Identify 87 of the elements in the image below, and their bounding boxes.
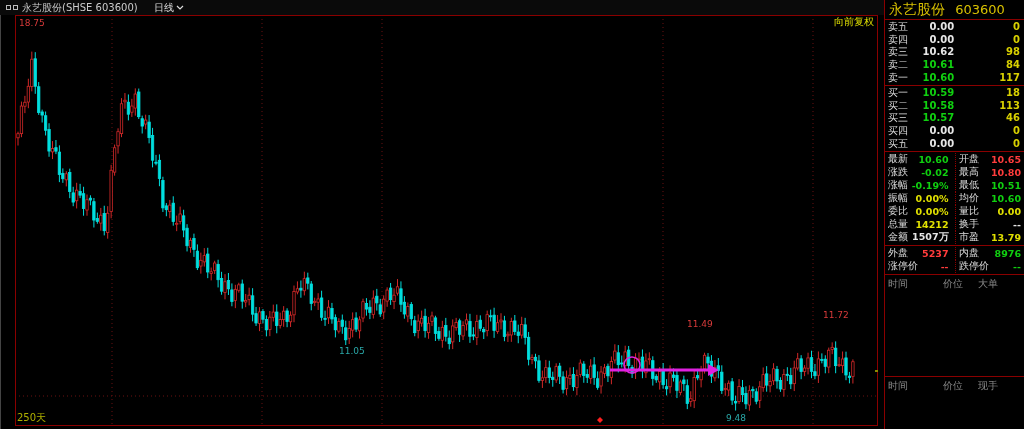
order-volume: 0 (1012, 125, 1020, 138)
order-volume: 84 (1005, 59, 1020, 72)
stat-label: 振幅 (888, 191, 909, 205)
stat-label: 市盈 (958, 230, 979, 244)
stat-label: 内盘 (958, 246, 979, 260)
order-volume: 0 (1012, 33, 1020, 46)
order-volume: 46 (1005, 112, 1020, 125)
column-header: 价位 (943, 276, 965, 291)
stat-label: 委比 (888, 204, 909, 218)
stat-label: 外盘 (888, 246, 909, 260)
stat-value: -0.19% (911, 179, 949, 191)
order-volume: 0 (1012, 21, 1020, 34)
stat-label: 总量 (888, 217, 909, 231)
price-marker (875, 370, 878, 372)
price-label: 18.75 (19, 18, 45, 29)
order-label: 买四 (888, 125, 910, 138)
stat-label: 涨跌 (888, 165, 909, 179)
order-volume: 98 (1005, 46, 1020, 59)
stat-value: 14212 (915, 218, 949, 230)
stat-value: -- (1013, 260, 1021, 272)
order-price: 10.59 (921, 87, 955, 100)
order-label: 卖三 (888, 46, 910, 59)
stat-value: 10.51 (990, 179, 1021, 191)
order-price: 10.61 (921, 59, 955, 72)
stat-label: 最高 (958, 165, 979, 179)
stat-label: 均价 (958, 191, 979, 205)
price-label: 9.48 (726, 413, 747, 424)
stat-value: 10.60 (918, 153, 949, 165)
order-label: 卖五 (888, 21, 910, 34)
diamond-icon (597, 417, 603, 423)
price-label: 11.49 (687, 319, 713, 330)
order-label: 买二 (888, 99, 910, 112)
stat-label: 涨幅 (888, 178, 909, 192)
order-label: 买三 (888, 112, 910, 125)
chart-icon (6, 4, 18, 11)
order-label: 卖四 (888, 33, 910, 46)
column-header: 大单 (978, 276, 1000, 291)
stat-label: 开盘 (958, 152, 979, 166)
order-label: 买五 (888, 137, 910, 150)
order-volume: 0 (1012, 137, 1020, 150)
column-header: 时间 (888, 379, 910, 393)
order-price: 0.00 (928, 125, 955, 138)
order-price: 0.00 (928, 137, 955, 150)
stat-value: 13.79 (990, 231, 1021, 243)
stat-value: 5237 (922, 247, 949, 259)
stat-label: 最新 (888, 152, 909, 166)
order-price: 0.00 (928, 21, 955, 34)
stat-label: 涨停价 (888, 259, 919, 273)
stat-value: -- (940, 260, 949, 272)
order-price: 10.57 (921, 112, 955, 125)
stat-value: -0.02 (921, 166, 949, 178)
range-label: 250天 (17, 412, 47, 424)
stat-value: -- (1013, 218, 1021, 230)
price-label: 11.05 (339, 346, 365, 357)
stat-label: 最低 (958, 178, 979, 192)
stock-name: 永艺股份 (889, 0, 946, 19)
stat-label: 金额 (888, 230, 909, 244)
order-volume: 18 (1005, 87, 1020, 100)
stat-value: 1507万 (912, 230, 949, 244)
order-volume: 117 (998, 71, 1020, 84)
stat-value: 0.00 (997, 205, 1021, 217)
order-price: 10.62 (921, 46, 955, 59)
stock-code: 603600 (955, 2, 1005, 17)
adjust-label: 向前复权 (834, 16, 874, 28)
order-label: 卖二 (888, 59, 910, 72)
column-header: 时间 (888, 276, 910, 291)
stat-value: 0.00% (915, 205, 949, 217)
order-price: 10.60 (921, 71, 955, 84)
stat-value: 10.80 (990, 166, 1021, 178)
order-price: 10.58 (921, 99, 955, 112)
stat-value: 10.65 (990, 153, 1021, 165)
order-volume: 113 (998, 99, 1020, 112)
column-header: 价位 (943, 379, 965, 393)
order-label: 卖一 (888, 71, 910, 84)
stat-value: 8976 (994, 247, 1021, 259)
stat-value: 10.60 (990, 192, 1021, 204)
stock-title: 永艺股份(SHSE 603600) (22, 0, 138, 15)
order-price: 0.00 (928, 33, 955, 46)
stat-label: 跌停价 (958, 259, 989, 273)
stat-label: 换手 (958, 217, 979, 231)
price-label: 11.72 (823, 310, 849, 321)
stat-label: 量比 (958, 204, 979, 218)
stat-value: 0.00% (915, 192, 949, 204)
caret-icon (175, 5, 184, 10)
column-header: 现手 (978, 379, 1000, 393)
period-dropdown[interactable]: 日线 (151, 0, 186, 15)
order-label: 买一 (888, 87, 910, 100)
